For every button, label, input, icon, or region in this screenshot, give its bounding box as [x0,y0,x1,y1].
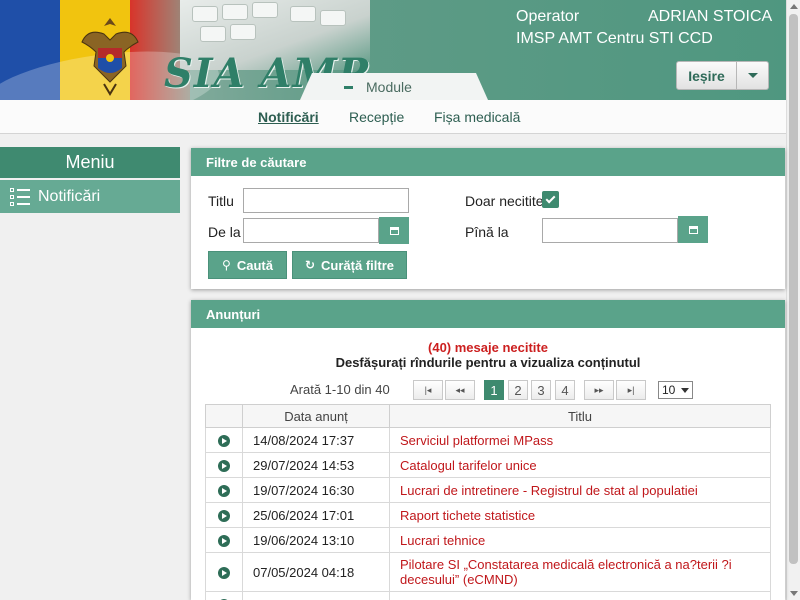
page-4-button[interactable]: 4 [555,380,575,400]
announcements-panel: Anunțuri (40) mesaje necitite Desfășuraț… [191,300,785,600]
first-page-button[interactable]: |◂ [413,380,443,400]
filters-panel-title: Filtre de căutare [191,148,785,176]
page-2-button[interactable]: 2 [508,380,528,400]
expand-row-icon[interactable] [218,535,230,548]
row-date: 25/06/2024 17:01 [242,502,390,528]
expand-hint: Desfășurați rîndurile pentru a vizualiza… [335,355,641,370]
page-1-button[interactable]: 1 [484,380,504,400]
refresh-icon: ↻ [304,258,316,272]
row-date: 14/08/2024 17:37 [242,427,390,453]
nav-fisa-medicala[interactable]: Fișa medicală [434,109,520,125]
unread-only-label: Doar necitite [465,193,544,209]
calendar-icon [389,226,399,235]
caret-down-icon [747,73,758,78]
operator-label: Operator [516,8,580,25]
to-date-label: Pînă la [465,224,509,240]
clear-filters-label: Curăță filtre [321,257,395,273]
table-row[interactable]: 14/08/2024 17:37 Serviciul platformei MP… [205,427,771,453]
from-date-input[interactable] [243,218,379,243]
row-date: 19/06/2024 13:10 [242,527,390,553]
table-row[interactable]: 07/05/2024 04:18 Pilotare SI „Constatare… [205,552,771,592]
page-3-button[interactable]: 3 [531,380,551,400]
institution-name: IMSP AMT Centru STI CCD [516,30,713,47]
expand-row-icon[interactable] [218,485,230,498]
logout-button-group: Ieșire [676,61,769,90]
announcements-panel-title: Anunțuri [191,300,785,328]
table-row[interactable]: 25/06/2024 17:01 Raport tichete statisti… [205,502,771,528]
scroll-down-icon[interactable] [790,591,798,596]
list-icon [10,187,30,207]
nav-receptie[interactable]: Recepție [349,109,404,125]
page-scrollbar[interactable] [786,0,800,600]
row-title[interactable]: Catalogul tarifelor unice [389,452,771,478]
module-tab[interactable]: Module [300,73,488,100]
module-tab-label: Module [366,78,412,95]
module-nav: Notificări Recepție Fișa medicală [0,100,786,134]
table-row[interactable]: 29/07/2024 14:53 Catalogul tarifelor uni… [205,452,771,478]
scrollbar-thumb[interactable] [789,14,798,564]
search-button-label: Caută [236,257,273,273]
coat-of-arms-icon [81,18,139,96]
prev-page-button[interactable]: ◂◂ [445,380,475,400]
row-title[interactable]: Lucrari tehnice [389,527,771,553]
search-icon: ⚲ [222,258,231,272]
expand-row-icon[interactable] [218,567,230,580]
expand-column-header [205,404,243,428]
pager-info: Arată 1-10 din 40 [290,382,390,397]
expand-row-icon[interactable] [218,460,230,473]
title-filter-input[interactable] [243,188,409,213]
page-size-value: 10 [662,383,676,397]
row-title[interactable]: Pilotare SI „Constatarea medicală electr… [389,552,771,592]
clear-filters-button[interactable]: ↻ Curăță filtre [292,251,407,279]
search-filters-panel: Filtre de căutare Titlu De la Doar necit… [191,148,785,289]
table-row[interactable]: 19/07/2024 16:30 Lucrari de intretinere … [205,477,771,503]
table-row[interactable] [205,591,771,600]
calendar-icon [688,225,698,234]
chevron-down-icon [681,388,689,393]
date-column-header[interactable]: Data anunț [242,404,390,428]
sidebar-item-notificari[interactable]: Notificări [0,180,180,213]
scroll-up-icon[interactable] [790,4,798,9]
sidebar-title: Meniu [0,147,180,178]
search-button[interactable]: ⚲ Caută [208,251,287,279]
row-title[interactable]: Raport tichete statistice [389,502,771,528]
nav-notificari[interactable]: Notificări [258,109,319,125]
minus-icon [344,86,353,89]
to-date-input[interactable] [542,218,678,243]
to-date-calendar-button[interactable] [678,216,708,243]
row-title[interactable] [389,591,771,600]
from-date-label: De la [208,224,241,240]
app-header: SIA AMP Operator ADRIAN STOICA IMSP AMT … [0,0,786,100]
title-filter-label: Titlu [208,193,234,209]
logout-button[interactable]: Ieșire [676,61,737,90]
next-page-button[interactable]: ▸▸ [584,380,614,400]
row-title[interactable]: Serviciul platformei MPass [389,427,771,453]
table-row[interactable]: 19/06/2024 13:10 Lucrari tehnice [205,527,771,553]
row-date: 07/05/2024 04:18 [242,552,390,592]
page-size-select[interactable]: 10 [658,381,693,399]
unread-only-checkbox[interactable] [542,191,559,208]
from-date-calendar-button[interactable] [379,217,409,244]
operator-name: ADRIAN STOICA [648,8,773,25]
announcements-table: Data anunț Titlu 14/08/2024 17:37 Servic… [205,404,771,600]
expand-row-icon[interactable] [218,435,230,448]
sidebar-item-label: Notificări [38,187,101,205]
row-date: 19/07/2024 16:30 [242,477,390,503]
last-page-button[interactable]: ▸| [616,380,646,400]
title-column-header[interactable]: Titlu [389,404,771,428]
row-date: 29/07/2024 14:53 [242,452,390,478]
expand-row-icon[interactable] [218,510,230,523]
logout-dropdown-button[interactable] [737,61,769,90]
row-date [242,591,390,600]
checkmark-icon [545,193,556,204]
unread-count: (40) mesaje necitite [428,340,548,355]
row-title[interactable]: Lucrari de intretinere - Registrul de st… [389,477,771,503]
